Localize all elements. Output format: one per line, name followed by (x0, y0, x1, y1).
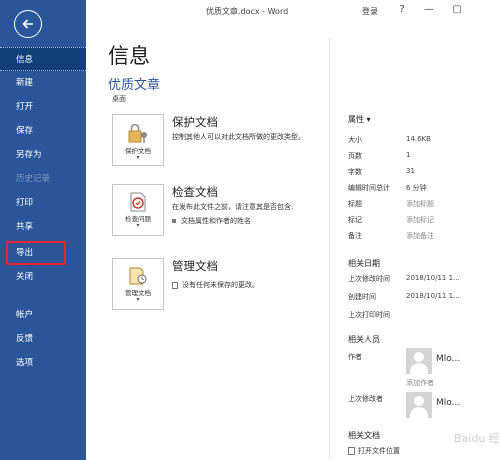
properties-heading-label: 属性 (348, 115, 364, 124)
nav-item-export[interactable]: 导出 (6, 241, 66, 265)
add-comment-field[interactable]: 添加备注 (406, 231, 434, 241)
title-bar: 优质文章.docx - Word 登录 ? — ▢ (86, 0, 500, 22)
properties-heading[interactable]: 属性 ▾ (348, 114, 371, 125)
chevron-down-icon: ▾ (136, 222, 140, 229)
bullet-icon (172, 219, 176, 223)
last-modified-person[interactable]: Mlo... (406, 392, 466, 420)
prop-label: 上次打印时间 (348, 311, 390, 319)
arrow-left-icon (22, 19, 33, 29)
protect-document-title: 保护文档 (172, 115, 218, 129)
restore-button[interactable]: ▢ (450, 4, 464, 15)
prop-label: 标记 (348, 216, 362, 224)
manage-document-icon (129, 267, 147, 285)
nav-item-feedback[interactable]: 反馈 (0, 327, 86, 351)
nav-item-print[interactable]: 打印 (0, 191, 86, 215)
inspect-document-description: 在发布此文件之前，请注意其是否包含: (172, 203, 294, 211)
open-file-location-link[interactable]: 打开文件位置 (348, 446, 400, 456)
nav-item-close[interactable]: 关闭 (0, 265, 86, 289)
author-name: Mlo... (436, 354, 461, 364)
sign-in-link[interactable]: 登录 (362, 6, 378, 17)
protect-document-button[interactable]: 保护文档 ▾ (112, 114, 164, 166)
nav-item-info[interactable]: 信息 (0, 47, 86, 71)
window-title: 优质文章.docx - Word (206, 7, 289, 16)
inspect-document-title: 检查文档 (172, 185, 218, 199)
prop-label: 编辑时间总计 (348, 184, 390, 192)
folder-icon (348, 447, 355, 455)
prop-value: 2018/10/11 1... (406, 292, 460, 300)
prop-label: 标题 (348, 200, 362, 208)
manage-bullet: 没有任何未保存的更改。 (172, 280, 259, 290)
related-documents-heading: 相关文档 (348, 431, 380, 440)
prop-value: 1 (406, 151, 411, 159)
prop-label: 字数 (348, 168, 362, 176)
protect-document-section: 保护文档 ▾ 保护文档 控制其他人可以对此文档所做的更改类型。 (112, 114, 332, 184)
page-title: 信息 (108, 44, 150, 68)
document-name: 优质文章 (108, 78, 161, 93)
help-button[interactable]: ? (395, 4, 409, 15)
minimize-button[interactable]: — (422, 4, 436, 15)
inspect-bullet-text: 文档属性和作者的姓名 (181, 217, 251, 225)
prop-value: 2018/10/11 1... (406, 274, 460, 282)
prop-label: 作者 (348, 353, 362, 361)
chevron-down-icon: ▾ (364, 115, 371, 124)
author-person[interactable]: Mlo... (406, 348, 466, 376)
avatar (406, 392, 432, 418)
nav-item-options[interactable]: 选项 (0, 351, 86, 375)
inspect-document-section: 检查问题 ▾ 检查文档 在发布此文件之前，请注意其是否包含: 文档属性和作者的姓… (112, 184, 332, 254)
prop-label: 备注 (348, 232, 362, 240)
protect-document-description: 控制其他人可以对此文档所做的更改类型。 (172, 133, 305, 141)
nav-item-save-as[interactable]: 另存为 (0, 143, 86, 167)
inspect-bullet: 文档属性和作者的姓名 (172, 216, 251, 226)
nav-item-open[interactable]: 打开 (0, 95, 86, 119)
prop-label: 页数 (348, 152, 362, 160)
prop-label: 上次修改者 (348, 395, 383, 403)
last-modified-name: Mlo... (436, 398, 461, 408)
document-check-icon (130, 192, 146, 212)
add-tag-field[interactable]: 添加标记 (406, 215, 434, 225)
backstage-sidebar: 信息 新建 打开 保存 另存为 历史记录 打印 共享 导出 关闭 帐户 反馈 选… (0, 0, 86, 460)
related-dates-heading: 相关日期 (348, 259, 380, 268)
open-file-location-label: 打开文件位置 (358, 447, 400, 455)
watermark: Baidu 经验 (454, 432, 500, 445)
related-people-heading: 相关人员 (348, 335, 380, 344)
chevron-down-icon: ▾ (136, 154, 140, 161)
prop-label: 大小 (348, 136, 362, 144)
manage-bullet-text: 没有任何未保存的更改。 (182, 281, 259, 289)
prop-value: 14.6KB (406, 135, 431, 143)
back-button[interactable] (14, 10, 42, 38)
prop-label: 上次修改时间 (348, 275, 390, 283)
check-for-issues-button[interactable]: 检查问题 ▾ (112, 184, 164, 236)
nav-item-new[interactable]: 新建 (0, 71, 86, 95)
avatar (406, 348, 432, 374)
prop-value: 6 分钟 (406, 184, 427, 192)
lock-key-icon (128, 123, 147, 143)
manage-document-section: 管理文档 ▾ 管理文档 没有任何未保存的更改。 (112, 258, 332, 328)
add-author-link[interactable]: 添加作者 (406, 378, 434, 388)
nav-item-share[interactable]: 共享 (0, 215, 86, 239)
nav-item-history: 历史记录 (16, 174, 51, 184)
prop-value: 31 (406, 167, 415, 175)
chevron-down-icon: ▾ (136, 296, 140, 303)
manage-document-title: 管理文档 (172, 259, 218, 273)
panel-divider (329, 38, 330, 458)
document-icon (172, 281, 178, 289)
info-page: 信息 优质文章 桌面 保护文档 ▾ 保护文档 控制其他人可以对此文档所做的更改类… (86, 22, 500, 460)
manage-document-button[interactable]: 管理文档 ▾ (112, 258, 164, 310)
add-title-field[interactable]: 添加标题 (406, 199, 434, 209)
document-path[interactable]: 桌面 (112, 94, 126, 104)
prop-label: 创建时间 (348, 293, 376, 301)
nav-item-save[interactable]: 保存 (0, 119, 86, 143)
nav-item-account[interactable]: 帐户 (0, 303, 86, 327)
